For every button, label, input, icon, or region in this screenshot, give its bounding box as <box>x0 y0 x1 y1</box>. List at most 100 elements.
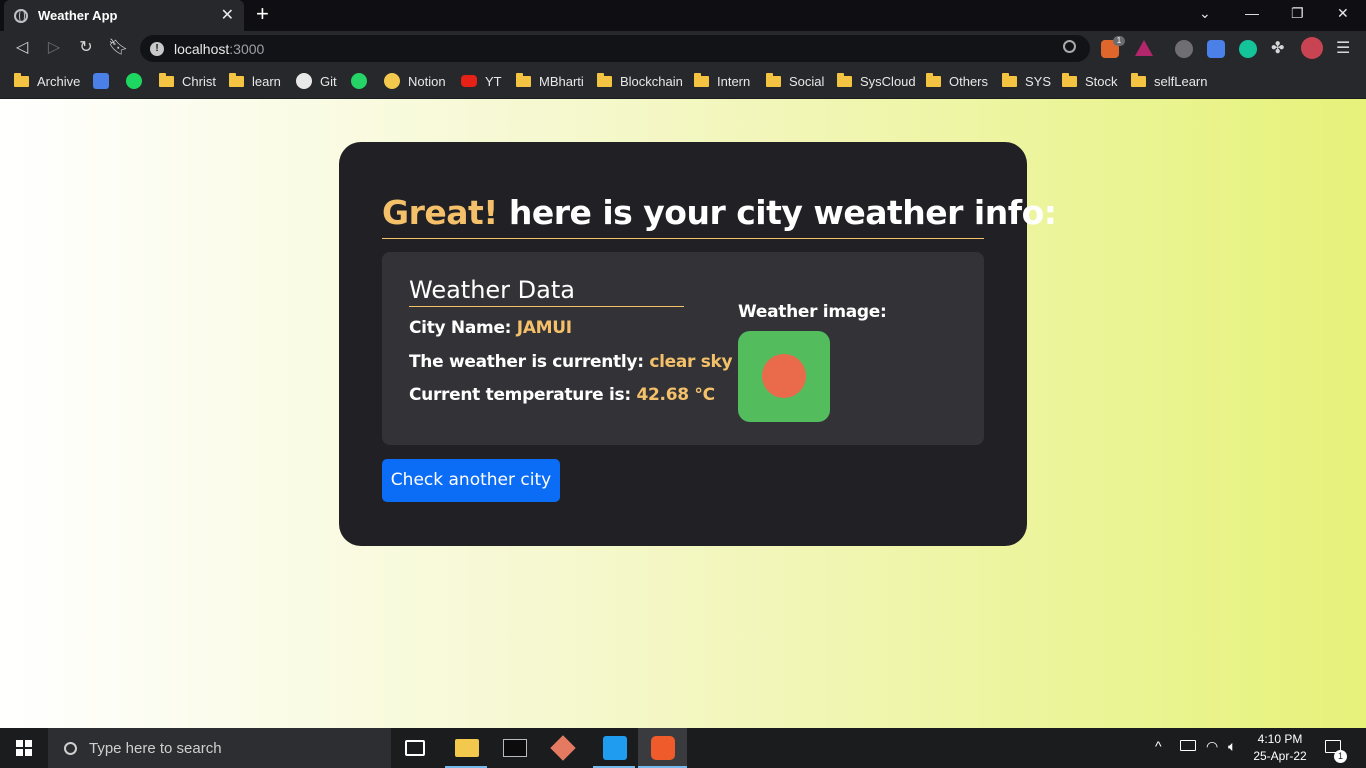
brave-browser-icon <box>651 736 675 760</box>
taskbar-search-placeholder: Type here to search <box>89 739 222 757</box>
weather-value: clear sky <box>649 352 733 372</box>
3d-box-icon[interactable] <box>550 735 576 761</box>
city-label: City Name: <box>409 318 517 338</box>
folder-icon <box>159 72 174 87</box>
github-icon <box>296 73 312 89</box>
notification-count-badge: 1 <box>1334 750 1347 763</box>
new-tab-button[interactable]: + <box>256 3 269 25</box>
heading-text: here is your city weather info: <box>497 193 1057 232</box>
bookmark-spotify-icon[interactable] <box>126 72 150 90</box>
page-background: Great! here is your city weather info: W… <box>0 99 1366 728</box>
weather-image-label: Weather image: <box>738 302 887 322</box>
folder-icon <box>694 72 709 87</box>
temperature-label: Current temperature is: <box>409 385 637 405</box>
bookmark-icon[interactable]: 🔖︎ <box>108 38 128 58</box>
close-window-icon[interactable]: ✕ <box>1337 5 1349 22</box>
city-row: City Name: JAMUI <box>409 318 572 338</box>
bookmark-intern[interactable]: Intern <box>694 72 750 90</box>
bookmark-christ[interactable]: Christ <box>159 72 216 90</box>
heading-highlight: Great! <box>382 193 498 232</box>
bookmark-blockchain[interactable]: Blockchain <box>597 72 683 90</box>
clock-time: 4:10 PM <box>1257 732 1303 746</box>
bookmark-gmail-icon[interactable] <box>93 72 117 90</box>
back-icon[interactable]: ◁ <box>12 38 32 58</box>
notion-icon <box>384 73 400 89</box>
folder-icon <box>516 72 531 87</box>
temperature-value: 42.68 °C <box>636 385 715 405</box>
terminal-icon[interactable] <box>503 739 527 757</box>
extensions-puzzle-icon[interactable]: ✤ <box>1271 40 1289 58</box>
sun-icon <box>762 354 806 398</box>
temperature-row: Current temperature is: 42.68 °C <box>409 385 715 405</box>
folder-icon <box>1062 72 1077 87</box>
weather-row: The weather is currently: clear sky <box>409 352 733 372</box>
clock-date: 25-Apr-22 <box>1253 749 1307 763</box>
tab-weather-app[interactable]: Weather App ✕ <box>4 0 244 31</box>
bookmarks-bar: Archive Christ learn Git Notion YT MBhar… <box>0 65 1366 99</box>
task-view-icon[interactable] <box>405 740 425 756</box>
bookmark-archive[interactable]: Archive <box>14 72 80 90</box>
brave-shields-badge: 1 <box>1113 36 1125 46</box>
brave-taskbar-button[interactable] <box>638 728 687 768</box>
folder-icon <box>229 72 244 87</box>
profile-avatar[interactable] <box>1301 37 1323 59</box>
zoom-icon[interactable] <box>1063 40 1076 53</box>
taskbar-search-input[interactable]: Type here to search <box>48 728 391 768</box>
restore-icon[interactable]: ❐ <box>1291 5 1304 22</box>
folder-icon <box>1002 72 1017 87</box>
spy-extension-icon[interactable] <box>1175 40 1193 58</box>
folder-icon <box>1131 72 1146 87</box>
folder-icon <box>597 72 612 87</box>
reload-icon[interactable]: ↻ <box>76 38 96 58</box>
bookmark-stock[interactable]: Stock <box>1062 72 1118 90</box>
bookmark-yt[interactable]: YT <box>461 72 502 90</box>
bookmark-sys[interactable]: SYS <box>1002 72 1051 90</box>
url-host: localhost <box>174 40 230 57</box>
bookmark-git[interactable]: Git <box>296 72 337 90</box>
weather-data-panel: Weather Data City Name: JAMUI The weathe… <box>382 252 984 445</box>
bookmark-syscloud[interactable]: SysCloud <box>837 72 916 90</box>
show-hidden-icons[interactable]: ^ <box>1155 738 1162 755</box>
windows-start-icon[interactable] <box>16 740 32 756</box>
vscode-icon[interactable] <box>603 736 627 760</box>
close-tab-icon[interactable]: ✕ <box>221 7 234 24</box>
weather-image <box>738 331 830 422</box>
bookmark-mbharti[interactable]: MBharti <box>516 72 584 90</box>
volume-icon[interactable]: 🔈︎ <box>1228 738 1236 755</box>
minimize-icon[interactable]: — <box>1245 5 1259 21</box>
folder-icon <box>926 72 941 87</box>
bookmark-learn[interactable]: learn <box>229 72 281 90</box>
bookmark-selflearn[interactable]: selfLearn <box>1131 72 1207 90</box>
url-port: :3000 <box>229 40 265 57</box>
folder-icon <box>14 72 29 87</box>
check-another-city-button[interactable]: Check another city <box>382 459 560 502</box>
globe-icon <box>14 8 28 23</box>
clock[interactable]: 4:10 PM 25-Apr-22 <box>1251 731 1309 765</box>
weather-card: Great! here is your city weather info: W… <box>339 142 1057 546</box>
page-heading: Great! here is your city weather info: <box>382 192 1057 239</box>
spotify-icon <box>126 73 142 89</box>
wifi-icon[interactable]: ◠ <box>1206 738 1218 755</box>
grammarly-icon[interactable] <box>1239 40 1257 58</box>
whatsapp-icon <box>351 73 367 89</box>
bookmark-whatsapp-icon[interactable] <box>351 72 375 90</box>
brave-rewards-icon[interactable] <box>1135 40 1153 56</box>
bookmark-others[interactable]: Others <box>926 72 988 90</box>
weather-label: The weather is currently: <box>409 352 650 372</box>
tab-title: Weather App <box>38 8 118 23</box>
forward-icon[interactable]: ▷ <box>44 38 64 58</box>
bookmark-social[interactable]: Social <box>766 72 824 90</box>
tab-search-icon[interactable]: ⌄ <box>1199 5 1211 22</box>
browser-toolbar: ◁ ▷ ↻ 🔖︎ ! localhost:3000 1 ✤ ☰ <box>0 31 1366 65</box>
translate-extension-icon[interactable] <box>1207 40 1225 58</box>
weather-data-title: Weather Data <box>409 275 684 307</box>
bookmark-notion[interactable]: Notion <box>384 72 446 90</box>
address-bar[interactable]: ! localhost:3000 <box>140 35 1090 62</box>
menu-icon[interactable]: ☰ <box>1336 40 1354 58</box>
folder-icon <box>837 72 852 87</box>
file-explorer-icon[interactable] <box>455 739 479 757</box>
battery-icon[interactable] <box>1180 740 1196 751</box>
folder-icon <box>766 72 781 87</box>
city-value: JAMUI <box>516 318 572 338</box>
site-info-icon[interactable]: ! <box>150 41 164 56</box>
